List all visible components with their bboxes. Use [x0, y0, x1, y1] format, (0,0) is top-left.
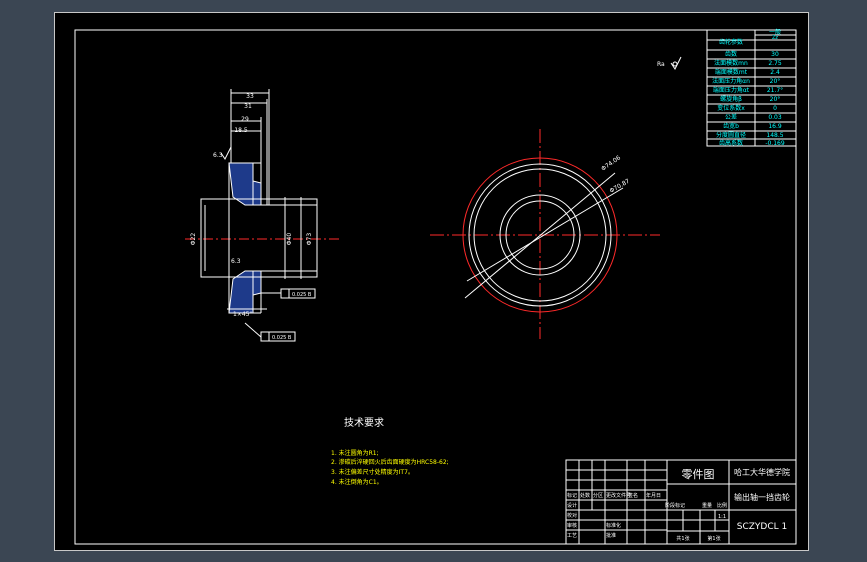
chamfer-label: 1×45° [233, 311, 252, 318]
param-value-1: 30 [771, 51, 779, 58]
tb-cell-4: 签名 [628, 492, 638, 499]
param-label-6: 螺旋角β [720, 95, 742, 103]
param-value-8: 0.03 [768, 114, 782, 121]
tech-item-2: 2. 渗碳后淬硬回火后齿面硬度为HRC58-62; [331, 458, 449, 466]
tb-cell-0: 标记 [567, 492, 577, 499]
surface-roughness-mark: Ra [657, 56, 682, 70]
tech-item-4: 4. 未注倒角为C1。 [331, 478, 383, 486]
drawing-frame: 齿轮参数 一般 Zz 齿数 30 法面模数mn 2.75 端面模数mt 2.4 … [0, 0, 867, 562]
tech-title: 技术要求 [344, 416, 384, 429]
tech-item-1: 1. 未注圆角为R1; [331, 449, 379, 457]
gear-parameter-table: 齿轮参数 一般 Zz 齿数 30 法面模数mn 2.75 端面模数mt 2.4 … [706, 28, 797, 147]
param-label-3: 端面模数mt [715, 68, 748, 76]
param-value-10: 148.5 [766, 132, 783, 139]
param-value-7: 0 [773, 105, 777, 112]
param-value-11: -0.169 [765, 140, 785, 147]
dim-phi74-06: Φ74.06 [600, 154, 622, 172]
tb-cell-11: 批准 [606, 532, 616, 539]
dim-phi40: Φ40 [286, 233, 293, 246]
scale-label: 比例 [717, 502, 727, 509]
tolerance-1: 0.025 B [292, 292, 312, 298]
weight-label: 重量 [702, 502, 712, 509]
param-value-5: 21.7° [767, 87, 783, 94]
drawing-number: SCZYDCL 1 [737, 522, 787, 532]
part-name: 输出轴一挡齿轮 [734, 492, 790, 502]
param-label-0: 齿轮参数 [719, 38, 743, 46]
tb-cell-7: 校对 [567, 512, 577, 519]
param-value-6: 20° [770, 96, 781, 103]
tb-cell-5: 年月日 [646, 492, 661, 499]
technical-requirements: 技术要求 1. 未注圆角为R1; 2. 渗碳后淬硬回火后齿面硬度为HRC58-6… [331, 416, 449, 486]
tolerance-2: 0.025 B [272, 335, 292, 341]
dim-phi22: Φ22 [190, 233, 197, 246]
param-label-1: 齿数 [725, 50, 737, 58]
sheet-number: 第1张 [707, 535, 720, 542]
cad-drawing: 齿轮参数 一般 Zz 齿数 30 法面模数mn 2.75 端面模数mt 2.4 … [74, 28, 797, 545]
school-name: 哈工大华德学院 [734, 467, 790, 477]
roughness-mark-label: Ra [657, 61, 665, 68]
inner-border [74, 29, 797, 545]
param-label-11: 齿高系数 [719, 139, 743, 147]
tb-cell-10: 标准化 [606, 522, 621, 529]
param-label-8: 公差 [725, 113, 737, 121]
roughness-2: 6.3 [231, 258, 241, 265]
param-value-9: 16.9 [768, 123, 782, 130]
dim-33: 33 [246, 93, 254, 100]
tb-cell-8: 审核 [567, 522, 577, 529]
gear-front-view: Φ74.06 Φ70.87 [430, 129, 660, 339]
param-label-10: 分度圆直径 [716, 131, 746, 139]
tb-cell-1: 处数 [580, 492, 590, 499]
title-block: 标记 处数 分区 更改文件号 签名 年月日 设计 校对 审核 工艺 标准化 批准… [565, 459, 797, 545]
dim-phi70-87: Φ70.87 [609, 178, 632, 195]
sheet-total: 共1张 [676, 535, 689, 542]
dim-31: 31 [244, 103, 252, 110]
dim-phi73: Φ73 [306, 233, 313, 246]
dim-29: 29 [241, 116, 249, 123]
param-label-9: 齿宽b [723, 122, 739, 130]
tb-cell-2: 分区 [593, 492, 603, 499]
param-value-4: 20° [770, 78, 781, 85]
drawing-canvas: 齿轮参数 一般 Zz 齿数 30 法面模数mn 2.75 端面模数mt 2.4 … [54, 12, 809, 551]
scale-value: 1:1 [718, 514, 726, 520]
tech-item-3: 3. 未注偏差尺寸处精度为IT7。 [331, 468, 414, 476]
stage-label: 阶段标记 [665, 502, 685, 509]
param-label-4: 法面压力角αn [712, 77, 750, 85]
gear-section-view: 33 31 29 18.5 Φ22 Φ40 Φ73 6.3 6.3 0.025 … [185, 89, 340, 342]
param-value-3: 2.4 [770, 69, 780, 76]
tb-cell-6: 设计 [567, 502, 577, 509]
param-value-0b: Zz [772, 35, 778, 41]
drawing-type: 零件图 [682, 468, 715, 481]
dim-18-5: 18.5 [234, 127, 248, 134]
param-label-5: 端面压力角αt [713, 86, 750, 94]
param-label-2: 法面模数mn [714, 59, 748, 67]
param-value-2: 2.75 [768, 60, 782, 67]
param-label-7: 变位系数x [717, 104, 745, 112]
tb-cell-9: 工艺 [567, 533, 577, 539]
